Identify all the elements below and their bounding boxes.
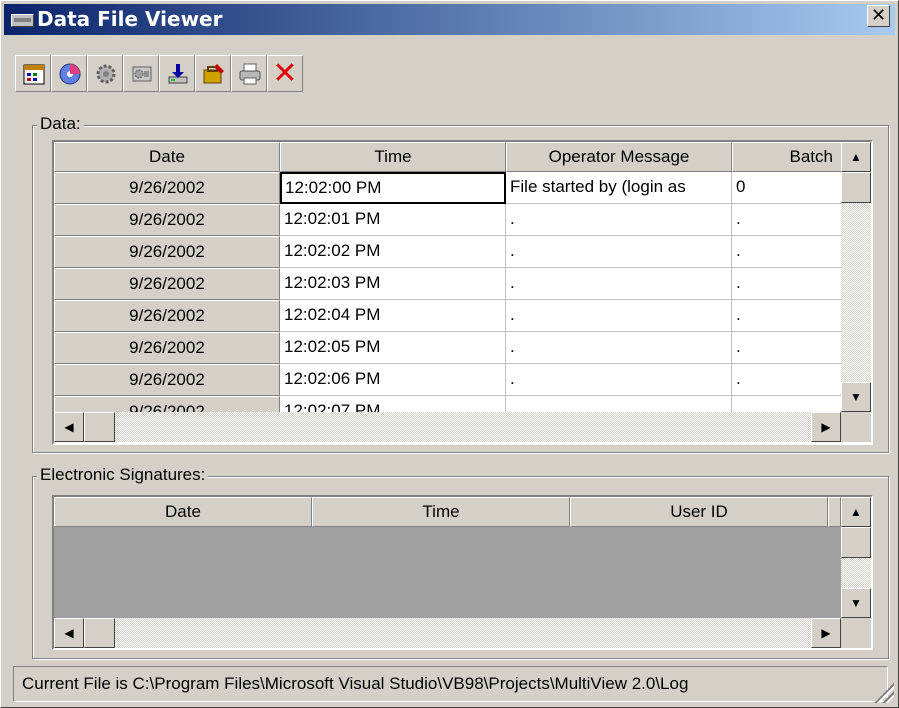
settings-icon (132, 66, 152, 82)
data-cell[interactable]: . (732, 204, 852, 236)
data-cell[interactable]: . (732, 300, 852, 332)
data-group-label: Data: (37, 114, 84, 134)
signatures-vertical-scrollbar[interactable]: ▲ ▼ (841, 497, 871, 618)
data-row-date[interactable]: 9/26/2002 (54, 268, 280, 300)
scroll-down-icon: ▼ (850, 390, 862, 404)
signatures-scroll-corner (841, 618, 871, 648)
scroll-left-icon: ◀ (64, 420, 74, 434)
resize-grip-icon[interactable] (874, 683, 894, 703)
data-cell[interactable]: . (732, 364, 852, 396)
data-column-header[interactable]: Batch (732, 142, 852, 172)
data-cell[interactable]: . (506, 268, 732, 300)
data-scroll-up-button[interactable]: ▲ (841, 142, 871, 172)
toolbar-button-disk[interactable] (51, 55, 87, 92)
signatures-scroll-left-button[interactable]: ◀ (54, 618, 84, 648)
status-text: Current File is C:\Program Files\Microso… (22, 674, 689, 693)
data-cell[interactable]: 12:02:01 PM (280, 204, 506, 236)
signatures-scroll-up-button[interactable]: ▲ (841, 497, 871, 527)
data-grid[interactable]: Date Time Operator Message Batch 9/26/2002 12… (52, 140, 873, 445)
toolbar-button-settings[interactable] (123, 55, 159, 92)
signatures-group-label: Electronic Signatures: (37, 465, 209, 485)
data-row-date[interactable]: 9/26/2002 (54, 236, 280, 268)
data-cell[interactable]: . (732, 268, 852, 300)
signatures-scroll-right-button[interactable]: ▶ (811, 618, 841, 648)
toolbar-button-tools[interactable] (195, 55, 231, 92)
data-cell[interactable]: . (506, 204, 732, 236)
data-column-header[interactable]: Operator Message (506, 142, 732, 172)
signatures-column-header[interactable]: Time (312, 497, 570, 527)
signatures-grid[interactable]: Date Time User ID ▲ ▼ ◀ ▶ (52, 495, 873, 650)
data-scroll-down-button[interactable]: ▼ (841, 382, 871, 412)
signatures-column-header[interactable]: User ID (570, 497, 828, 527)
data-horizontal-scroll-thumb[interactable] (84, 412, 115, 442)
close-button[interactable]: ✕ (867, 5, 890, 27)
data-cell[interactable]: 0 (732, 172, 852, 204)
data-scroll-right-button[interactable]: ▶ (811, 412, 841, 442)
data-scroll-left-button[interactable]: ◀ (54, 412, 84, 442)
data-cell[interactable]: 12:02:06 PM (280, 364, 506, 396)
print-icon (239, 63, 261, 85)
toolbar-button-gear[interactable] (87, 55, 123, 92)
data-cell[interactable]: . (506, 236, 732, 268)
signatures-column-header-filler (828, 497, 841, 527)
data-cell[interactable]: . (506, 332, 732, 364)
scroll-up-icon: ▲ (850, 150, 862, 164)
data-scroll-corner (841, 412, 871, 442)
data-cell[interactable]: . (732, 332, 852, 364)
data-cell[interactable]: 12:02:00 PM (280, 172, 506, 204)
data-cell[interactable]: File started by (login as (506, 172, 732, 204)
toolbar-button-delete[interactable]: ✕ (267, 55, 303, 92)
data-cell[interactable]: 12:02:04 PM (280, 300, 506, 332)
scroll-left-icon: ◀ (64, 626, 74, 640)
data-row-date[interactable]: 9/26/2002 (54, 204, 280, 236)
data-cell[interactable]: 12:02:03 PM (280, 268, 506, 300)
data-vertical-scrollbar[interactable]: ▲ ▼ (841, 142, 871, 412)
data-vertical-scroll-thumb[interactable] (841, 172, 871, 203)
tools-icon (203, 64, 224, 84)
data-column-header[interactable]: Date (54, 142, 280, 172)
scroll-up-icon: ▲ (850, 505, 862, 519)
data-row-date[interactable]: 9/26/2002 (54, 332, 280, 364)
data-row-date[interactable]: 9/26/2002 (54, 364, 280, 396)
data-cell[interactable]: 12:02:05 PM (280, 332, 506, 364)
scroll-right-icon: ▶ (821, 420, 831, 434)
scroll-down-icon: ▼ (850, 596, 862, 610)
download-icon (168, 64, 188, 84)
calendar-icon (23, 64, 45, 85)
disk-icon (59, 63, 81, 85)
data-cell[interactable]: . (506, 300, 732, 332)
signatures-horizontal-scrollbar[interactable]: ◀ ▶ (54, 618, 841, 648)
data-cell[interactable]: 12:02:02 PM (280, 236, 506, 268)
signatures-scroll-down-button[interactable]: ▼ (841, 588, 871, 618)
signatures-horizontal-scroll-thumb[interactable] (84, 618, 115, 648)
data-column-header[interactable]: Time (280, 142, 506, 172)
data-cell[interactable]: . (506, 364, 732, 396)
status-bar: Current File is C:\Program Files\Microso… (13, 666, 888, 702)
signatures-vertical-scroll-thumb[interactable] (841, 527, 871, 558)
data-row-date[interactable]: 9/26/2002 (54, 172, 280, 204)
close-icon: ✕ (870, 5, 887, 26)
data-file-viewer-window: Data File Viewer ✕ ✕ Data: Date Time Ope… (0, 0, 899, 708)
toolbar-button-print[interactable] (231, 55, 267, 92)
signatures-column-header[interactable]: Date (54, 497, 312, 527)
window-icon (11, 14, 34, 27)
toolbar-button-download[interactable] (159, 55, 195, 92)
window-title: Data File Viewer (37, 7, 223, 31)
gear-icon (96, 64, 116, 84)
data-cell[interactable]: . (732, 236, 852, 268)
delete-icon: ✕ (272, 56, 298, 91)
data-row-date[interactable]: 9/26/2002 (54, 300, 280, 332)
data-horizontal-scrollbar[interactable]: ◀ ▶ (54, 412, 841, 442)
toolbar-button-calendar[interactable] (15, 55, 51, 92)
scroll-right-icon: ▶ (821, 626, 831, 640)
title-bar[interactable]: Data File Viewer (4, 4, 895, 35)
